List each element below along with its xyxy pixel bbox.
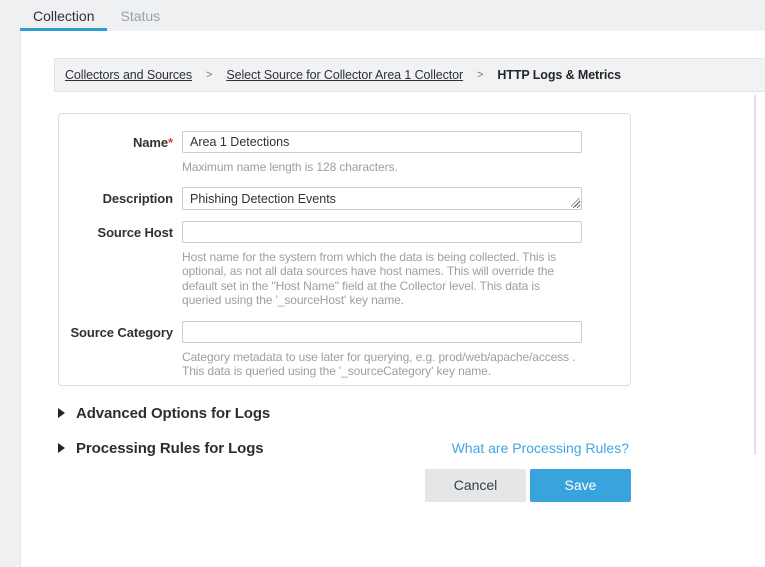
save-button[interactable]: Save <box>530 469 631 502</box>
source-category-help-text: Category metadata to use later for query… <box>182 350 582 379</box>
tab-bar: Collection Status <box>0 0 765 31</box>
what-are-processing-rules-link[interactable]: What are Processing Rules? <box>452 440 629 456</box>
tab-collection[interactable]: Collection <box>20 0 107 31</box>
description-textarea[interactable]: Phishing Detection Events <box>182 187 582 210</box>
name-input[interactable] <box>182 131 582 153</box>
source-host-input[interactable] <box>182 221 582 243</box>
cancel-button[interactable]: Cancel <box>425 469 526 502</box>
breadcrumb-separator: > <box>477 69 483 81</box>
required-asterisk: * <box>168 135 173 150</box>
main-content: Collectors and Sources > Select Source f… <box>20 31 765 567</box>
advanced-options-expander[interactable]: Advanced Options for Logs <box>58 405 629 422</box>
tab-status[interactable]: Status <box>107 0 173 31</box>
name-row: Name* Maximum name length is 128 charact… <box>59 131 630 187</box>
description-label: Description <box>59 187 182 221</box>
source-category-label: Source Category <box>59 321 182 379</box>
breadcrumb: Collectors and Sources > Select Source f… <box>54 58 765 92</box>
expand-triangle-icon <box>58 443 65 453</box>
source-host-row: Source Host Host name for the system fro… <box>59 221 630 321</box>
processing-rules-title: Processing Rules for Logs <box>76 440 264 457</box>
breadcrumb-separator: > <box>206 69 212 81</box>
name-help-text: Maximum name length is 128 characters. <box>182 160 582 175</box>
tab-collection-label: Collection <box>33 8 94 24</box>
source-category-input[interactable] <box>182 321 582 343</box>
source-host-label: Source Host <box>59 221 182 321</box>
scrollbar[interactable] <box>754 95 756 455</box>
breadcrumb-link-collectors[interactable]: Collectors and Sources <box>65 68 192 82</box>
breadcrumb-link-select-source[interactable]: Select Source for Collector Area 1 Colle… <box>226 68 463 82</box>
source-config-card: Name* Maximum name length is 128 charact… <box>58 113 631 386</box>
source-host-help-text: Host name for the system from which the … <box>182 250 582 308</box>
expand-triangle-icon <box>58 408 65 418</box>
description-row: Description Phishing Detection Events <box>59 187 630 221</box>
tab-status-label: Status <box>120 8 160 24</box>
action-button-row: Cancel Save <box>58 469 631 502</box>
breadcrumb-current-page: HTTP Logs & Metrics <box>497 68 621 82</box>
name-label: Name* <box>59 131 182 187</box>
advanced-options-title: Advanced Options for Logs <box>76 405 270 422</box>
source-category-row: Source Category Category metadata to use… <box>59 321 630 379</box>
processing-rules-expander[interactable]: Processing Rules for Logs What are Proce… <box>58 440 629 457</box>
